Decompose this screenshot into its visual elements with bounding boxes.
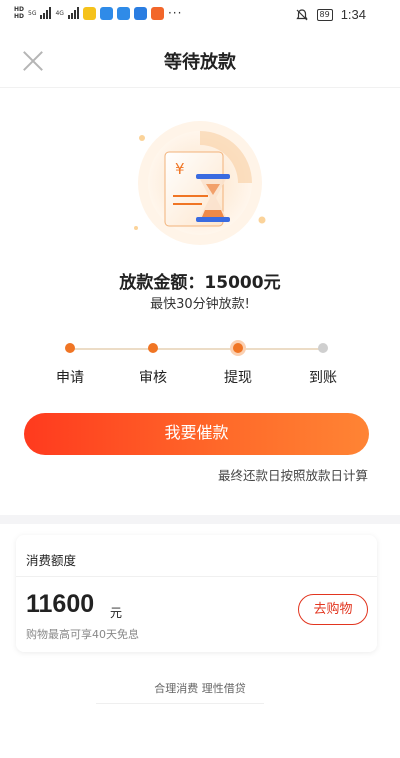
repayment-note: 最终还款日按照放款日计算: [217, 468, 368, 483]
signal-icon-2: [67, 7, 79, 19]
svg-text:¥: ¥: [175, 160, 185, 178]
hd-label-1: HD: [14, 6, 25, 13]
page: HD HD 5G 4G ··· 89 1:34 等待放款 ¥ 放款金额：1500…: [0, 0, 400, 758]
loan-eta: 最快30分钟放款!: [150, 297, 250, 312]
page-title: 等待放款: [164, 52, 236, 73]
status-bar: HD HD 5G 4G ··· 89 1:34: [0, 0, 400, 30]
credit-unit: 元: [110, 606, 123, 620]
step-label-arrived: 到账: [309, 370, 337, 386]
step-label-apply: 申请: [56, 370, 84, 386]
waiting-hourglass-illustration: ¥: [134, 121, 266, 245]
credit-card-title: 消费额度: [26, 553, 77, 568]
hd-indicator: HD HD: [14, 6, 24, 20]
progress-dot-withdraw: [230, 340, 246, 356]
app-notification-icon: [116, 6, 130, 20]
urge-payout-button[interactable]: 我要催款: [24, 413, 369, 455]
footer-line: [96, 703, 264, 704]
battery-icon: 89: [316, 8, 333, 21]
clock: 1:34: [340, 7, 366, 22]
step-label-review: 审核: [139, 370, 167, 386]
app-notification-icon: [99, 6, 113, 20]
hd-label-2: HD: [14, 13, 25, 20]
progress-dot-review: [148, 343, 158, 353]
consumer-credit-card: 消费额度 11600 元 购物最高可享40天免息 去购物: [16, 535, 377, 652]
status-left: HD HD 5G 4G ···: [14, 6, 182, 20]
app-notification-icon: [82, 6, 96, 20]
footer-slogan: 合理消费 理性借贷: [154, 682, 246, 695]
progress-dot-arrived: [318, 343, 328, 353]
header: 等待放款: [0, 30, 400, 88]
mute-bell-icon: [295, 8, 308, 20]
more-notifications-icon: ···: [167, 6, 183, 20]
progress-track: [70, 348, 324, 350]
app-notification-icon: [133, 6, 147, 20]
app-notification-icon: [150, 6, 164, 20]
signal-icon: [40, 7, 52, 19]
go-shopping-button[interactable]: 去购物: [298, 594, 368, 625]
loan-amount: 放款金额：15000元: [119, 273, 281, 293]
step-label-withdraw: 提现: [224, 370, 252, 386]
net-label-1: 5G: [28, 9, 37, 17]
status-right: 89 1:34: [295, 7, 366, 22]
credit-amount: 11600: [26, 590, 95, 618]
card-divider: [16, 576, 377, 577]
section-divider: [0, 515, 400, 524]
interest-free-note: 购物最高可享40天免息: [26, 628, 139, 641]
net-label-2: 4G: [55, 9, 64, 17]
progress-dot-apply: [65, 343, 75, 353]
